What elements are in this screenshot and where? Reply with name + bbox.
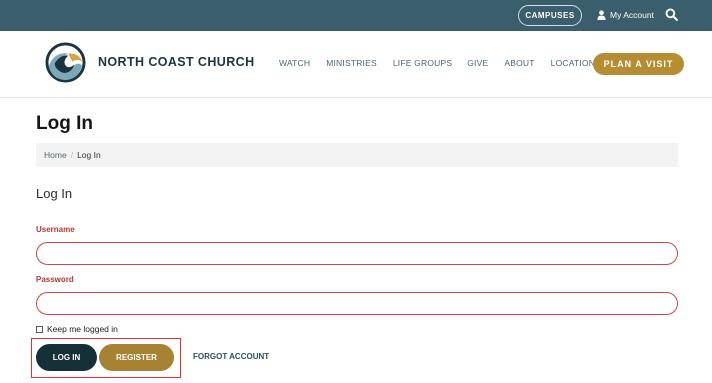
remember-me-checkbox[interactable]	[36, 325, 43, 333]
register-button[interactable]: REGISTER	[99, 344, 174, 371]
nav-item-life-groups[interactable]: LIFE GROUPS	[393, 58, 452, 68]
plan-a-visit-button[interactable]: PLAN A VISIT	[593, 53, 684, 75]
brand-name[interactable]: NORTH COAST CHURCH	[98, 55, 255, 69]
top-utility-bar: CAMPUSES My Account	[0, 0, 712, 31]
breadcrumb-separator: /	[70, 150, 74, 160]
search-icon[interactable]	[665, 8, 678, 21]
breadcrumb-current: Log In	[77, 150, 101, 160]
breadcrumb-home-link[interactable]: Home	[44, 150, 67, 160]
page-title: Log In	[36, 113, 93, 134]
nav-item-ministries[interactable]: MINISTRIES	[326, 58, 377, 68]
breadcrumb: Home / Log In	[36, 143, 678, 167]
remember-me-row: Keep me logged in	[36, 324, 118, 334]
nav-item-about[interactable]: ABOUT	[504, 58, 534, 68]
main-nav: WATCH MINISTRIES LIFE GROUPS GIVE ABOUT …	[279, 58, 601, 68]
username-input[interactable]	[36, 242, 678, 265]
nav-item-give[interactable]: GIVE	[467, 58, 488, 68]
user-icon	[597, 10, 606, 20]
password-input[interactable]	[36, 292, 678, 315]
form-section-title: Log In	[36, 186, 73, 201]
remember-me-label[interactable]: Keep me logged in	[47, 324, 118, 334]
nav-item-watch[interactable]: WATCH	[279, 58, 310, 68]
site-header: NORTH COAST CHURCH WATCH MINISTRIES LIFE…	[0, 31, 712, 98]
my-account-label: My Account	[610, 10, 654, 20]
campuses-button[interactable]: CAMPUSES	[518, 5, 582, 26]
forgot-account-link[interactable]: FORGOT ACCOUNT	[193, 352, 269, 361]
log-in-button[interactable]: LOG IN	[36, 344, 97, 371]
username-label: Username	[36, 225, 75, 234]
password-label: Password	[36, 275, 74, 284]
wave-logo-icon[interactable]	[45, 42, 86, 83]
my-account-link[interactable]: My Account	[597, 8, 654, 22]
